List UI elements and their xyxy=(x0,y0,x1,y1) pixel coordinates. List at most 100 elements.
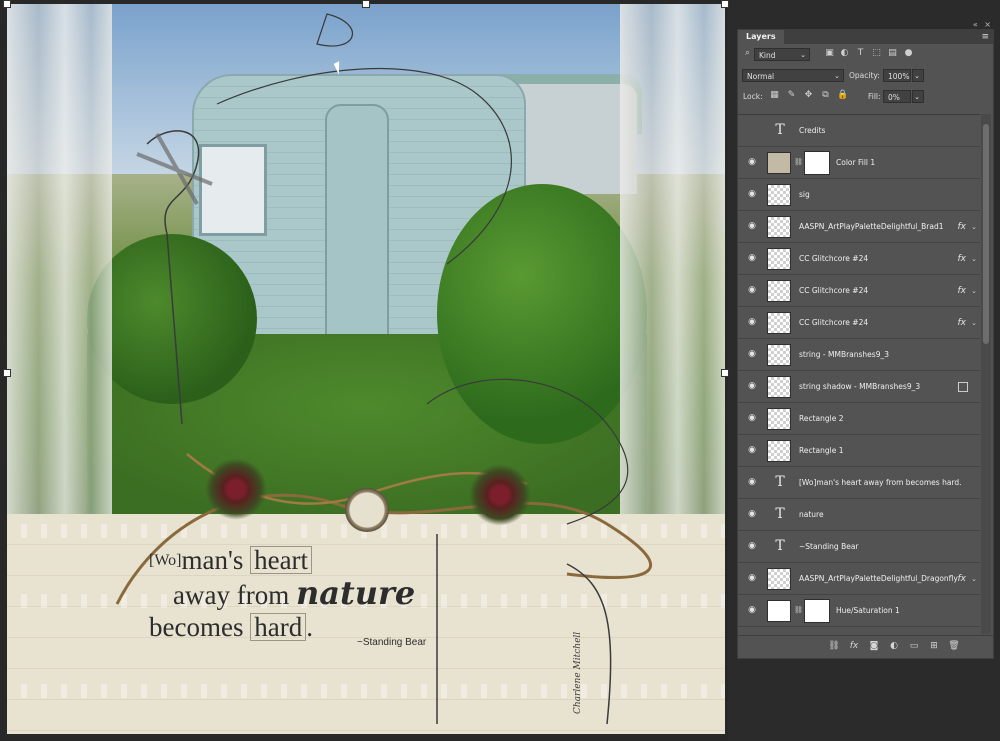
layer-row[interactable]: T Credits xyxy=(738,115,980,147)
eye-icon[interactable]: ◉ xyxy=(747,254,757,263)
eye-icon[interactable]: ◉ xyxy=(747,446,757,455)
layer-name[interactable]: [Wo]man's heart away from becomes hard. xyxy=(799,467,962,499)
eye-icon[interactable]: ◉ xyxy=(747,350,757,359)
eye-icon[interactable]: ◉ xyxy=(747,574,757,583)
transform-handle[interactable] xyxy=(3,369,11,377)
layer-name[interactable]: Credits xyxy=(799,115,825,147)
eye-icon[interactable]: ◉ xyxy=(747,382,757,391)
layer-row[interactable]: ◉ T ~Standing Bear xyxy=(738,531,980,563)
eye-icon[interactable]: ◉ xyxy=(747,286,757,295)
chevron-down-icon[interactable]: ⌄ xyxy=(971,275,977,307)
layer-row[interactable]: ◉ ⛓ Color Fill 1 xyxy=(738,147,980,179)
link-layers-icon[interactable]: ⛓ xyxy=(828,640,840,653)
filter-kind-select[interactable]: Kind ⌄ xyxy=(754,48,810,61)
layer-name[interactable]: CC Glitchcore #24 xyxy=(799,275,868,307)
shape-filter-icon[interactable]: ⬚ xyxy=(871,48,882,59)
layer-name[interactable]: Rectangle 2 xyxy=(799,403,844,435)
scrollbar-thumb[interactable] xyxy=(983,124,989,344)
pixel-filter-icon[interactable]: ▣ xyxy=(824,48,835,59)
eye-icon[interactable]: ◉ xyxy=(747,606,757,615)
layer-name[interactable]: string shadow - MMBranshes9_3 xyxy=(799,371,920,403)
layer-effects-icon[interactable]: fx xyxy=(958,243,967,275)
text-filter-icon[interactable]: T xyxy=(855,48,866,59)
fill-input[interactable]: 0% xyxy=(883,90,911,103)
add-mask-icon[interactable]: ◙ xyxy=(868,640,880,653)
transform-handle[interactable] xyxy=(3,0,11,8)
layer-effects-icon[interactable]: fx xyxy=(958,275,967,307)
lock-transparency-icon[interactable]: ▦ xyxy=(769,90,780,101)
eye-icon[interactable]: ◉ xyxy=(747,158,757,167)
layer-name[interactable]: sig xyxy=(799,179,810,211)
layer-name[interactable]: AASPN_ArtPlayPaletteDelightful_Brad1 xyxy=(799,211,943,243)
eye-icon[interactable]: ◉ xyxy=(747,542,757,551)
new-layer-icon[interactable]: ⊞ xyxy=(928,640,940,653)
layer-name[interactable]: nature xyxy=(799,499,824,531)
layer-row[interactable]: ◉ sig xyxy=(738,179,980,211)
lock-pixels-icon[interactable]: ✎ xyxy=(786,90,797,101)
layer-row[interactable]: ◉ string - MMBranshes9_3 xyxy=(738,339,980,371)
new-adjustment-layer-icon[interactable]: ◐ xyxy=(888,640,900,653)
layer-effects-icon[interactable]: fx xyxy=(958,307,967,339)
layer-row[interactable]: ◉ Tnature xyxy=(738,499,980,531)
chevron-down-icon[interactable]: ⌄ xyxy=(971,563,977,595)
eye-icon[interactable]: ◉ xyxy=(747,318,757,327)
eye-icon[interactable]: ◉ xyxy=(747,222,757,231)
collapse-panel-icon[interactable]: « xyxy=(973,20,978,29)
mask-link-icon[interactable]: ⛓ xyxy=(794,606,803,616)
document-canvas-area[interactable]: [Wo]man's heart away from nature becomes… xyxy=(0,0,729,741)
layer-mask-thumbnail[interactable] xyxy=(804,151,830,175)
eye-icon[interactable]: ◉ xyxy=(747,414,757,423)
transform-handle[interactable] xyxy=(362,0,370,8)
lock-position-icon[interactable]: ✥ xyxy=(803,90,814,101)
mask-link-icon[interactable]: ⛓ xyxy=(794,158,803,168)
eye-icon[interactable]: ◉ xyxy=(747,510,757,519)
layer-row[interactable]: ◉ Rectangle 2 xyxy=(738,403,980,435)
layer-row[interactable]: ◉ string shadow - MMBranshes9_3 xyxy=(738,371,980,403)
layer-row[interactable]: ◉ Rectangle 1 xyxy=(738,435,980,467)
blend-mode-select[interactable]: Normal ⌄ xyxy=(742,69,844,82)
chevron-down-icon[interactable]: ⌄ xyxy=(971,243,977,275)
tab-layers[interactable]: Layers xyxy=(738,30,784,44)
new-group-icon[interactable]: ▭ xyxy=(908,640,920,653)
chevron-down-icon[interactable]: ⌄ xyxy=(971,211,977,243)
layer-row[interactable]: ◉ T [Wo]man's heart away from becomes hard… xyxy=(738,467,980,499)
layer-name[interactable]: CC Glitchcore #24 xyxy=(799,243,868,275)
transform-handle[interactable] xyxy=(721,369,729,377)
eye-icon[interactable]: ◉ xyxy=(747,190,757,199)
delete-layer-icon[interactable]: 🗑 xyxy=(948,640,960,653)
opacity-dropdown[interactable]: ⌄ xyxy=(912,69,924,82)
layer-name[interactable]: Rectangle 1 xyxy=(799,435,844,467)
layer-row[interactable]: ◉ ⛓ Hue/Saturation 1 xyxy=(738,595,980,627)
layer-row[interactable]: ◉ AASPN_ArtPlayPaletteDelightful_Brad1 fx ⌄ xyxy=(738,211,980,243)
transform-handle[interactable] xyxy=(721,0,729,8)
layer-name[interactable]: Color Fill 1 xyxy=(836,147,875,179)
visibility-off-icon[interactable] xyxy=(747,126,757,134)
layer-name[interactable]: string - MMBranshes9_3 xyxy=(799,339,889,371)
layer-list[interactable]: T Credits ◉ ⛓ Color Fill 1 ◉ sig ◉ AASPN_ArtPlay… xyxy=(738,114,980,635)
document-canvas[interactable]: [Wo]man's heart away from nature becomes… xyxy=(7,4,725,734)
layer-name[interactable]: ~Standing Bear xyxy=(799,531,859,563)
opacity-input[interactable]: 100% xyxy=(883,69,911,82)
layer-name[interactable]: Hue/Saturation 1 xyxy=(836,595,900,627)
layer-list-scrollbar[interactable] xyxy=(981,114,991,634)
fill-dropdown[interactable]: ⌄ xyxy=(912,90,924,103)
layer-row[interactable]: ◉ CC Glitchcore #24 fx ⌄ xyxy=(738,307,980,339)
add-layer-style-icon[interactable]: fx xyxy=(848,640,860,653)
layer-row[interactable]: ◉ CC Glitchcore #24 fx ⌄ xyxy=(738,243,980,275)
panel-menu-icon[interactable]: ≡ xyxy=(981,32,989,42)
close-panel-icon[interactable]: × xyxy=(984,20,991,29)
lock-all-icon[interactable]: 🔒 xyxy=(837,90,848,101)
filter-toggle-icon[interactable]: ● xyxy=(903,48,914,59)
layer-row[interactable]: ◉ CC Glitchcore #24 fx ⌄ xyxy=(738,275,980,307)
layer-name[interactable]: CC Glitchcore #24 xyxy=(799,307,868,339)
adjustment-filter-icon[interactable]: ◐ xyxy=(839,48,850,59)
lock-artboard-icon[interactable]: ⧉ xyxy=(820,90,831,101)
eye-icon[interactable]: ◉ xyxy=(747,478,757,487)
layer-mask-thumbnail[interactable] xyxy=(804,599,830,623)
layer-effects-icon[interactable]: fx xyxy=(958,563,967,595)
layer-row[interactable]: ◉ AASPN_ArtPlayPaletteDelightful_Dragonfl… xyxy=(738,563,980,595)
layer-effects-icon[interactable]: fx xyxy=(958,211,967,243)
layer-name[interactable]: AASPN_ArtPlayPaletteDelightful_Dragonfly xyxy=(799,563,958,595)
smart-object-filter-icon[interactable]: ▤ xyxy=(887,48,898,59)
chevron-down-icon[interactable]: ⌄ xyxy=(971,307,977,339)
